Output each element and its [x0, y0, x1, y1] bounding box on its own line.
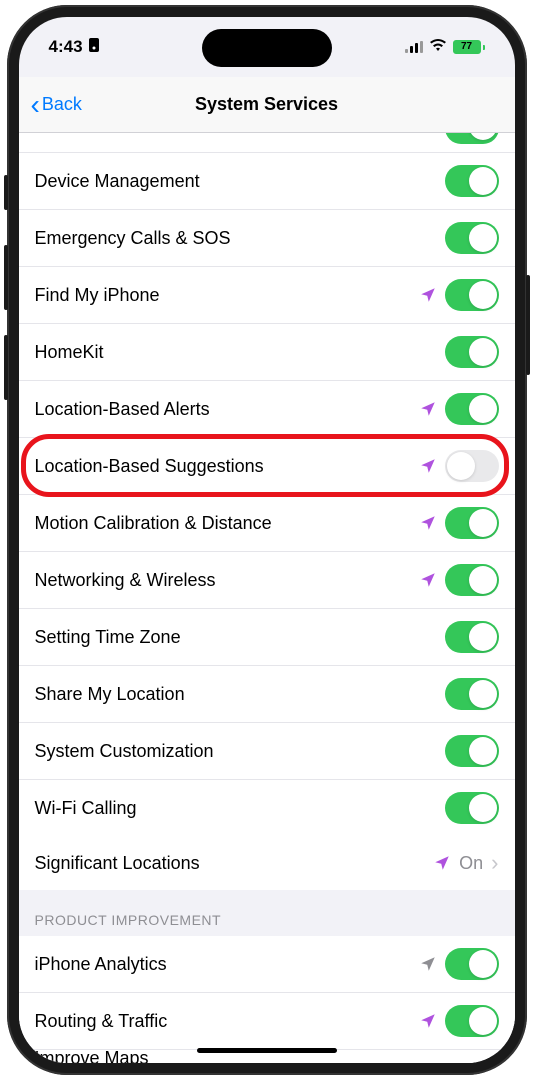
- navigation-bar: ‹ Back System Services: [19, 77, 515, 133]
- row-label: Location-Based Alerts: [35, 399, 419, 420]
- toggle-switch[interactable]: [445, 792, 499, 824]
- phone-screen: 4:43 77: [19, 17, 515, 1063]
- toggle-switch[interactable]: [445, 393, 499, 425]
- home-indicator[interactable]: [197, 1048, 337, 1053]
- toggle-switch[interactable]: [445, 1005, 499, 1037]
- toggle-switch[interactable]: [445, 621, 499, 653]
- row-label: iPhone Analytics: [35, 954, 419, 975]
- toggle-switch[interactable]: [445, 222, 499, 254]
- back-button[interactable]: ‹ Back: [31, 91, 82, 119]
- mute-switch[interactable]: [4, 175, 8, 210]
- status-time: 4:43: [49, 37, 83, 57]
- row-label: HomeKit: [35, 342, 445, 363]
- row-label: Significant Locations: [35, 853, 434, 874]
- list-item: iPhone Analytics: [19, 936, 515, 993]
- list-item: Networking & Wireless: [19, 552, 515, 609]
- row-label: Networking & Wireless: [35, 570, 419, 591]
- row-label: Location-Based Suggestions: [35, 456, 419, 477]
- phone-frame: 4:43 77: [7, 5, 527, 1075]
- row-label: Emergency Calls & SOS: [35, 228, 445, 249]
- toggle-switch[interactable]: [445, 336, 499, 368]
- row-label: Setting Time Zone: [35, 627, 445, 648]
- cellular-signal-icon: [405, 41, 423, 53]
- toggle-switch[interactable]: [445, 735, 499, 767]
- lock-icon: [89, 37, 99, 57]
- location-arrow-icon: [419, 955, 437, 973]
- row-label: Share My Location: [35, 684, 445, 705]
- location-arrow-icon: [419, 514, 437, 532]
- wifi-icon: [429, 38, 447, 57]
- list-item: Location-Based Suggestions: [19, 438, 515, 495]
- location-arrow-icon: [419, 1012, 437, 1030]
- list-item-partial: [19, 133, 515, 153]
- row-label: System Customization: [35, 741, 445, 762]
- row-label: Device Management: [35, 171, 445, 192]
- section-header-product-improvement: Product Improvement: [19, 890, 515, 936]
- list-item: Motion Calibration & Distance: [19, 495, 515, 552]
- page-title: System Services: [195, 94, 338, 115]
- settings-list: Device Management Emergency Calls & SOS Fi…: [19, 133, 515, 1063]
- toggle-switch[interactable]: [445, 450, 499, 482]
- toggle-switch[interactable]: [445, 564, 499, 596]
- list-item: HomeKit: [19, 324, 515, 381]
- location-arrow-icon: [419, 286, 437, 304]
- chevron-left-icon: ‹: [31, 91, 40, 119]
- list-item: Setting Time Zone: [19, 609, 515, 666]
- toggle-switch[interactable]: [445, 165, 499, 197]
- toggle-switch[interactable]: [445, 678, 499, 710]
- volume-down-button[interactable]: [4, 335, 8, 400]
- list-item: Routing & Traffic: [19, 993, 515, 1049]
- dynamic-island: [202, 29, 332, 67]
- improve-maps-label: Improve Maps: [35, 1048, 149, 1063]
- row-label: Routing & Traffic: [35, 1011, 419, 1032]
- battery-indicator: 77: [453, 40, 485, 54]
- list-item: Location-Based Alerts: [19, 381, 515, 438]
- row-label: Find My iPhone: [35, 285, 419, 306]
- significant-locations-row[interactable]: Significant Locations On ›: [19, 836, 515, 890]
- power-button[interactable]: [526, 275, 530, 375]
- list-item: Find My iPhone: [19, 267, 515, 324]
- list-item: Share My Location: [19, 666, 515, 723]
- back-label: Back: [42, 94, 82, 115]
- list-item: Emergency Calls & SOS: [19, 210, 515, 267]
- toggle-partial[interactable]: [445, 133, 499, 144]
- location-arrow-icon: [433, 854, 451, 872]
- drill-value: On: [459, 853, 483, 874]
- row-label: Motion Calibration & Distance: [35, 513, 419, 534]
- location-arrow-icon: [419, 400, 437, 418]
- chevron-right-icon: ›: [491, 850, 498, 876]
- toggle-switch[interactable]: [445, 507, 499, 539]
- toggle-switch[interactable]: [445, 279, 499, 311]
- list-item: Device Management: [19, 153, 515, 210]
- toggle-switch[interactable]: [445, 948, 499, 980]
- location-arrow-icon: [419, 457, 437, 475]
- list-item: Wi-Fi Calling: [19, 780, 515, 836]
- row-label: Wi-Fi Calling: [35, 798, 445, 819]
- list-item: System Customization: [19, 723, 515, 780]
- location-arrow-icon: [419, 571, 437, 589]
- volume-up-button[interactable]: [4, 245, 8, 310]
